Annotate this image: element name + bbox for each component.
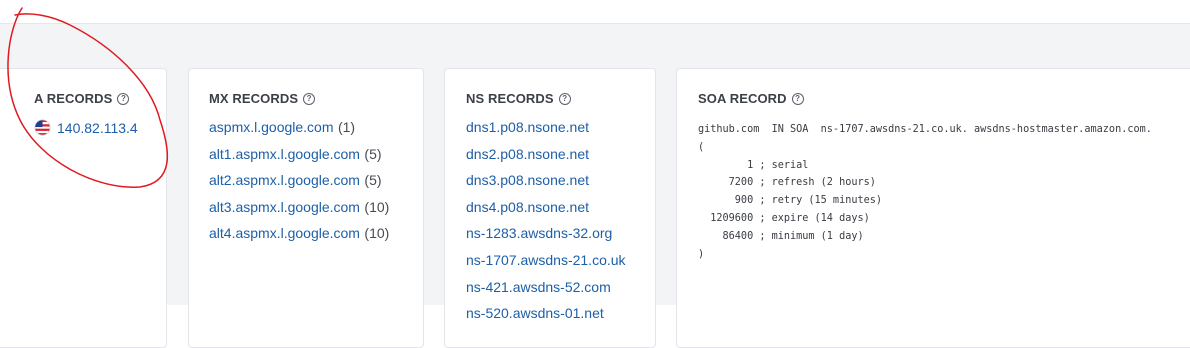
us-flag-icon [34,119,51,136]
soa-record-title: SOA RECORD ? [698,91,804,106]
soa-line: 86400 ; minimum (1 day) [698,230,864,242]
list-item: ns-421.awsdns-52.com [466,279,626,306]
list-item: dns2.p08.nsone.net [466,146,626,173]
help-icon[interactable]: ? [117,92,130,105]
list-item: ns-1283.awsdns-32.org [466,225,626,252]
ns-host-link[interactable]: ns-421.awsdns-52.com [466,279,611,295]
list-item: ns-1707.awsdns-21.co.uk [466,252,626,279]
list-item: alt2.aspmx.l.google.com (5) [209,172,389,199]
soa-line: 900 ; retry (15 minutes) [698,195,883,207]
a-records-title: A RECORDS ? [34,91,130,106]
list-item: ns-520.awsdns-01.net [466,305,626,332]
ns-host-link[interactable]: ns-520.awsdns-01.net [466,305,604,321]
soa-line: ( [698,141,705,153]
ns-host-link[interactable]: dns1.p08.nsone.net [466,119,589,135]
ns-records-list: dns1.p08.nsone.net dns2.p08.nsone.net dn… [466,119,626,332]
top-bar [0,0,1190,24]
help-icon[interactable]: ? [558,92,571,105]
a-record-ip-link[interactable]: 140.82.113.4 [57,120,138,136]
soa-line: 7200 ; refresh (2 hours) [698,177,876,189]
list-item: dns3.p08.nsone.net [466,172,626,199]
mx-records-list: aspmx.l.google.com (1) alt1.aspmx.l.goog… [209,119,389,252]
a-record-row: 140.82.113.4 [34,119,138,136]
mx-priority: (5) [364,145,382,162]
mx-priority: (1) [337,119,356,135]
soa-line: 1209600 ; expire (14 days) [698,212,870,224]
mx-priority: (5) [364,172,382,189]
mx-host-link[interactable]: alt4.aspmx.l.google.com [209,225,360,241]
ns-host-link[interactable]: ns-1283.awsdns-32.org [466,225,612,241]
soa-line: ) [698,248,705,260]
ns-host-link[interactable]: dns3.p08.nsone.net [466,172,589,188]
list-item: alt1.aspmx.l.google.com (5) [209,146,389,173]
soa-line: 1 ; serial [698,159,809,171]
mx-host-link[interactable]: aspmx.l.google.com [209,119,334,135]
mx-priority: (10) [364,198,390,215]
records-panel: A RECORDS ? 140.82.113.4 MX RECORDS ? as… [0,24,1190,348]
list-item: aspmx.l.google.com (1) [209,119,389,146]
a-records-card: A RECORDS ? 140.82.113.4 [0,68,167,348]
ns-host-link[interactable]: dns4.p08.nsone.net [466,199,589,215]
list-item: alt4.aspmx.l.google.com (10) [209,225,389,252]
list-item: dns1.p08.nsone.net [466,119,626,146]
help-icon[interactable]: ? [303,92,316,105]
mx-host-link[interactable]: alt1.aspmx.l.google.com [209,146,360,162]
ns-host-link[interactable]: ns-1707.awsdns-21.co.uk [466,252,626,268]
ns-records-card: NS RECORDS ? dns1.p08.nsone.net dns2.p08… [444,68,656,348]
soa-record-text: github.com IN SOA ns-1707.awsdns-21.co.u… [698,121,1152,263]
ns-host-link[interactable]: dns2.p08.nsone.net [466,146,589,162]
mx-host-link[interactable]: alt2.aspmx.l.google.com [209,172,360,188]
soa-record-card: SOA RECORD ? github.com IN SOA ns-1707.a… [676,68,1190,348]
list-item: alt3.aspmx.l.google.com (10) [209,199,389,226]
mx-records-title: MX RECORDS ? [209,91,316,106]
mx-records-card: MX RECORDS ? aspmx.l.google.com (1) alt1… [188,68,424,348]
mx-host-link[interactable]: alt3.aspmx.l.google.com [209,199,360,215]
list-item: dns4.p08.nsone.net [466,199,626,226]
ns-records-title: NS RECORDS ? [466,91,571,106]
mx-priority: (10) [364,225,390,242]
soa-line: github.com IN SOA ns-1707.awsdns-21.co.u… [698,124,1152,135]
help-icon[interactable]: ? [791,92,804,105]
